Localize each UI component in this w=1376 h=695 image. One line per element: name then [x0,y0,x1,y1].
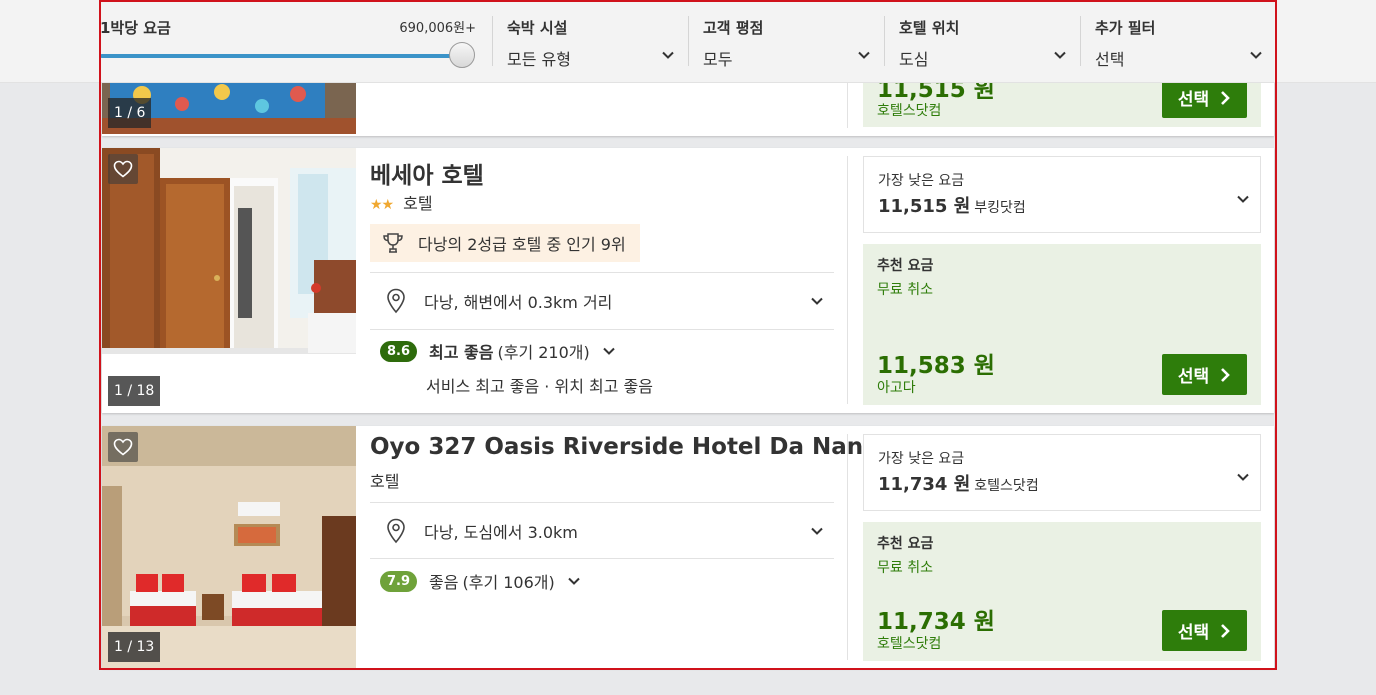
chevron-down-icon [1051,46,1069,64]
guest-rating-label: 고객 평점 [703,19,764,37]
map-pin-icon [386,518,406,544]
filter-bar: 1박당 요금 690,006원+ 숙박 시설 모든 유형 고객 평점 모두 호텔… [0,0,1376,83]
select-button[interactable]: 선택 [1162,610,1247,651]
rating-row[interactable]: 8.6 최고 좋음 (후기 210개) [380,339,618,363]
location-row[interactable]: 다낭, 도심에서 3.0km [386,518,578,544]
heart-icon [113,438,133,456]
rating-score-badge: 8.6 [380,340,418,362]
property-type-select[interactable]: 모든 유형 [507,46,571,70]
hotel-type: 호텔 [370,472,400,491]
divider [370,502,834,503]
recommended-source: 아고다 [877,380,916,396]
rating-reviews: (후기 106개) [462,573,555,592]
hotel-type: ★★ 호텔 [370,190,433,214]
lowest-rate-source: 호텔스닷컴 [974,478,1039,494]
hotel-location-filter[interactable]: 호텔 위치 도심 [885,0,1065,82]
heart-icon [113,160,133,178]
lowest-rate-label: 가장 낮은 요금 [878,451,965,467]
chevron-down-icon [855,46,873,64]
award-badge: 다낭의 2성급 호텔 중 인기 9위 [370,224,640,262]
divider [370,329,834,330]
hotel-location-select[interactable]: 도심 [899,46,928,70]
location-text: 다낭, 해변에서 0.3km 거리 [424,293,613,312]
favorite-button[interactable] [108,154,138,184]
more-filters-select[interactable]: 선택 [1095,46,1124,70]
hotel-name[interactable]: Oyo 327 Oasis Riverside Hotel Da Nang [370,434,880,460]
divider [370,272,834,273]
chevron-down-icon [1234,190,1252,208]
hotel-card: 1 / 13 Oyo 327 Oasis Riverside Hotel Da … [102,426,1274,668]
recommended-source: 호텔스닷컴 [877,636,942,652]
favorite-button[interactable] [108,432,138,462]
recommended-label: 추천 요금 [877,536,934,552]
location-row[interactable]: 다낭, 해변에서 0.3km 거리 [386,288,612,314]
location-text: 다낭, 도심에서 3.0km [424,523,578,542]
price-slider-thumb[interactable] [449,42,475,68]
card-divider [847,434,848,660]
guest-rating-select[interactable]: 모두 [703,46,732,70]
star-rating: ★★ [370,197,394,213]
hotel-photo-image [102,148,356,411]
more-filters-label: 추가 필터 [1095,19,1156,37]
recommended-source: 호텔스닷컴 [877,103,942,119]
price-filter-value: 690,006원+ [399,21,476,36]
select-button[interactable]: 선택 [1162,354,1247,395]
award-text: 다낭의 2성급 호텔 중 인기 9위 [418,235,626,254]
rating-reviews: (후기 210개) [497,343,590,362]
lowest-rate-panel[interactable]: 가장 낮은 요금 11,515 원 부킹닷컴 [863,156,1261,233]
price-filter-label: 1박당 요금 [100,19,171,37]
lowest-rate-price: 11,515 원 부킹닷컴 [878,196,1026,217]
price-filter[interactable]: 1박당 요금 690,006원+ [100,0,480,82]
chevron-right-icon [1219,623,1231,639]
recommended-price: 11,734 원 [877,609,995,635]
lowest-rate-source: 부킹닷컴 [974,200,1026,216]
photo-counter: 1 / 6 [108,98,152,128]
divider [370,558,834,559]
chevron-down-icon [565,572,583,590]
rating-row[interactable]: 7.9 좋음 (후기 106개) [380,569,583,593]
hotel-photo[interactable]: 1 / 18 [102,148,356,411]
property-type-label: 숙박 시설 [507,19,568,37]
select-button[interactable]: 선택 [1162,77,1247,118]
chevron-right-icon [1219,367,1231,383]
hotel-location-label: 호텔 위치 [899,19,960,37]
recommended-price: 11,583 원 [877,353,995,379]
hotel-name[interactable]: 베세아 호텔 [370,156,484,190]
rating-score-badge: 7.9 [380,570,418,592]
chevron-down-icon[interactable] [808,522,826,540]
free-cancellation: 무료 취소 [877,560,933,576]
chevron-right-icon [1219,90,1231,106]
photo-counter: 1 / 13 [108,632,161,662]
lowest-rate-label: 가장 낮은 요금 [878,173,965,189]
more-filters[interactable]: 추가 필터 선택 [1081,0,1261,82]
property-type-filter[interactable]: 숙박 시설 모든 유형 [493,0,673,82]
price-slider-track[interactable] [100,54,464,58]
chevron-down-icon [659,46,677,64]
guest-rating-filter[interactable]: 고객 평점 모두 [689,0,869,82]
recommended-rate-panel: 추천 요금 무료 취소 11,734 원 호텔스닷컴 선택 [863,522,1261,661]
photo-counter: 1 / 18 [108,376,161,406]
lowest-rate-panel[interactable]: 가장 낮은 요금 11,734 원 호텔스닷컴 [863,434,1261,511]
trophy-icon [383,233,403,253]
hotel-card: 1 / 18 베세아 호텔 ★★ 호텔 다낭의 2성급 호텔 중 인기 9위 다낭… [102,148,1274,413]
recommended-label: 추천 요금 [877,258,934,274]
chevron-down-icon[interactable] [808,292,826,310]
rating-label: 좋음 [429,573,459,592]
lowest-rate-price: 11,734 원 호텔스닷컴 [878,474,1039,495]
hotel-type-label: 호텔 [403,194,433,213]
rating-label: 최고 좋음 [429,343,494,362]
map-pin-icon [386,288,406,314]
chevron-down-icon [600,342,618,360]
rating-details: 서비스 최고 좋음 · 위치 최고 좋음 [426,377,653,396]
free-cancellation: 무료 취소 [877,282,933,298]
recommended-rate-panel: 추천 요금 무료 취소 11,583 원 아고다 선택 [863,244,1261,405]
card-divider [847,156,848,404]
hotel-photo[interactable]: 1 / 13 [102,426,356,668]
chevron-down-icon [1247,46,1265,64]
chevron-down-icon [1234,468,1252,486]
